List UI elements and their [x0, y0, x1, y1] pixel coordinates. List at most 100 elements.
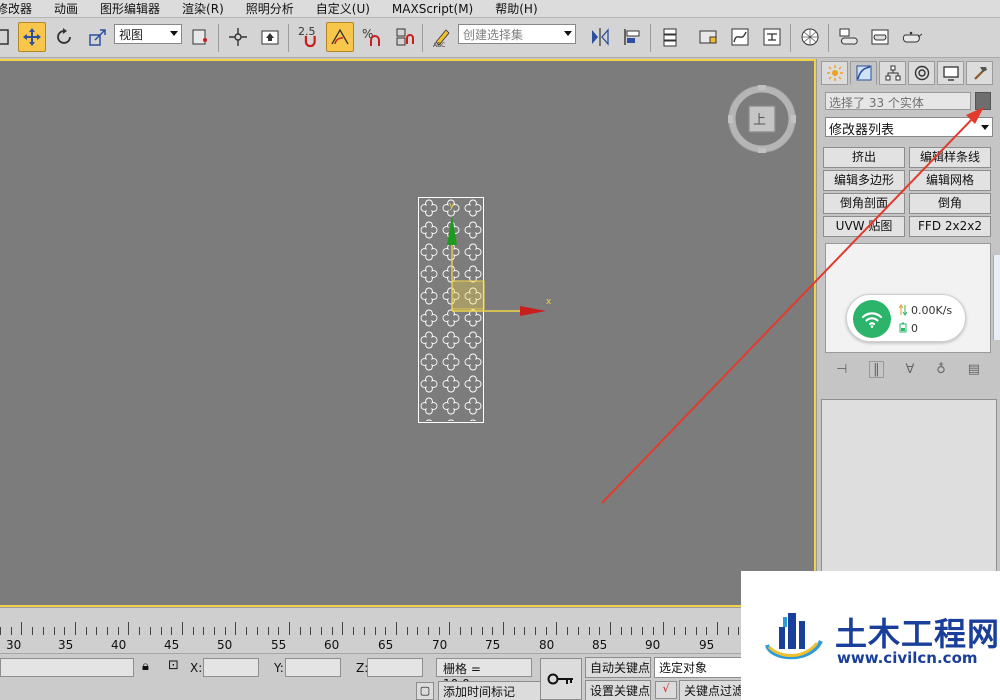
keyboard-shortcut-override-button[interactable] [256, 22, 284, 52]
curve-editor-button[interactable] [726, 22, 754, 52]
set-key-button[interactable]: 设置关键点 [585, 680, 651, 700]
spinner-snap-button[interactable] [390, 22, 418, 52]
menu-help[interactable]: 帮助(H) [495, 0, 549, 17]
bevel-profile-button[interactable]: 倒角剖面 [823, 193, 905, 214]
network-speed-widget[interactable]: 0.00K/s 0 [846, 294, 966, 342]
ffd-2x2x2-button[interactable]: FFD 2x2x2 [909, 216, 991, 237]
menu-modifiers[interactable]: 修改器 [0, 0, 44, 17]
material-editor-button[interactable] [796, 22, 824, 52]
pivot-center-button[interactable] [186, 22, 214, 52]
y-axis-arrow[interactable] [447, 215, 457, 245]
tick-label: 90 [645, 638, 661, 652]
display-tab[interactable] [937, 61, 964, 85]
ruler-tick [631, 627, 633, 635]
ruler-tick [609, 622, 611, 635]
configure-sets-icon[interactable]: ▤ [968, 362, 980, 377]
angle-snap-button[interactable] [326, 22, 354, 52]
move-gizmo[interactable] [428, 199, 558, 379]
ruler-tick [738, 627, 740, 635]
edit-spline-button[interactable]: 编辑样条线 [909, 147, 991, 168]
named-selection-dropdown[interactable]: 创建选择集 [458, 24, 576, 44]
hierarchy-tab[interactable] [879, 61, 906, 85]
top-viewport[interactable]: 上 x y [0, 59, 816, 607]
select-manipulate-button[interactable] [224, 22, 252, 52]
tick-label: 95 [699, 638, 715, 652]
menu-maxscript[interactable]: MAXScript(M) [392, 2, 485, 16]
time-tag-icon[interactable]: ▢ [416, 682, 434, 700]
menu-lighting-analysis[interactable]: 照明分析 [246, 0, 306, 17]
toolbar-divider [218, 24, 219, 52]
civilcn-logo [765, 613, 823, 660]
utilities-tab[interactable] [966, 61, 993, 85]
edit-poly-button[interactable]: 编辑多边形 [823, 170, 905, 191]
layer-manager-button[interactable] [656, 22, 684, 52]
x-axis-arrow[interactable] [520, 306, 546, 316]
make-unique-icon[interactable]: ∀ [906, 362, 915, 377]
schematic-icon [763, 28, 781, 46]
menu-customize[interactable]: 自定义(U) [316, 0, 382, 17]
key-tangent-icon[interactable]: √ [655, 681, 677, 699]
bevel-button[interactable]: 倒角 [909, 193, 991, 214]
graphite-tools-button[interactable] [694, 22, 722, 52]
object-color-swatch[interactable] [975, 92, 991, 110]
ruler-tick [235, 622, 237, 635]
ruler-tick [492, 627, 494, 635]
site-watermark: 土木工程网 www.civilcn.com [741, 571, 1000, 700]
y-coord-field[interactable] [285, 658, 341, 677]
ruler-tick [556, 622, 558, 635]
mirror-button[interactable] [586, 22, 614, 52]
panel-scrollbar[interactable] [993, 255, 1000, 340]
ruler-tick [42, 627, 44, 635]
modifier-stack[interactable]: 0.00K/s 0 [825, 243, 991, 353]
ruler-tick [588, 627, 590, 635]
snap-toggle-button[interactable]: 2.5 [294, 22, 322, 52]
ruler-tick [513, 627, 515, 635]
menu-animation[interactable]: 动画 [54, 0, 90, 17]
x-coord-field[interactable] [203, 658, 259, 677]
render-setup-button[interactable] [834, 22, 862, 52]
motion-icon [914, 65, 929, 81]
rendered-frame-window-button[interactable] [866, 22, 894, 52]
tick-label: 35 [58, 638, 74, 652]
pin-stack-icon[interactable]: ⊣ [836, 362, 847, 377]
menu-rendering[interactable]: 渲染(R) [182, 0, 236, 17]
modifier-list-dropdown[interactable]: 修改器列表 [825, 117, 993, 138]
network-count-label: 0 [911, 322, 918, 335]
extrude-button[interactable]: 挤出 [823, 147, 905, 168]
ruler-tick [695, 627, 697, 635]
auto-key-button[interactable]: 自动关键点 [585, 657, 651, 678]
motion-tab[interactable] [908, 61, 935, 85]
z-coord-field[interactable] [367, 658, 423, 677]
lock-icon[interactable]: 🔒︎ [142, 659, 149, 674]
uvw-map-button[interactable]: UVW 贴图 [823, 216, 905, 237]
schematic-view-button[interactable] [758, 22, 786, 52]
ruler-tick [363, 627, 365, 635]
edit-named-selection-button[interactable]: ABC [428, 22, 456, 52]
render-production-button[interactable] [898, 22, 926, 52]
select-scale-button[interactable] [84, 22, 112, 52]
align-button[interactable] [618, 22, 646, 52]
ruler-tick [470, 627, 472, 635]
selection-info-field[interactable]: 选择了 33 个实体 [825, 92, 971, 110]
select-move-button[interactable] [18, 22, 46, 52]
show-end-result-icon[interactable]: ‖ [869, 360, 884, 378]
ruler-tick [10, 627, 12, 635]
wifi-icon [861, 312, 883, 328]
select-rotate-button[interactable] [50, 22, 78, 52]
sun-icon [826, 65, 843, 81]
select-icon[interactable] [0, 22, 16, 52]
remove-modifier-icon[interactable]: ♁ [936, 362, 946, 377]
percent-snap-button[interactable]: % [358, 22, 386, 52]
ruler-tick [321, 627, 322, 635]
absolute-mode-icon[interactable]: ⊡ [168, 658, 179, 673]
create-tab[interactable] [821, 61, 848, 85]
3dsmax-window: 修改器 动画 图形编辑器 渲染(R) 照明分析 自定义(U) MAXScript… [0, 0, 1000, 700]
modify-tab[interactable] [850, 61, 877, 85]
set-key-mode-button[interactable] [540, 658, 582, 700]
key-filters-button[interactable]: 关键点过滤 [679, 680, 749, 700]
key-filter-selection-dropdown[interactable]: 选定对象 [654, 657, 744, 678]
edit-mesh-button[interactable]: 编辑网格 [909, 170, 991, 191]
add-time-tag-button[interactable]: 添加时间标记 [438, 681, 542, 700]
menu-graph-editors[interactable]: 图形编辑器 [100, 0, 172, 17]
reference-coordinate-dropdown[interactable]: 视图 [114, 24, 182, 44]
